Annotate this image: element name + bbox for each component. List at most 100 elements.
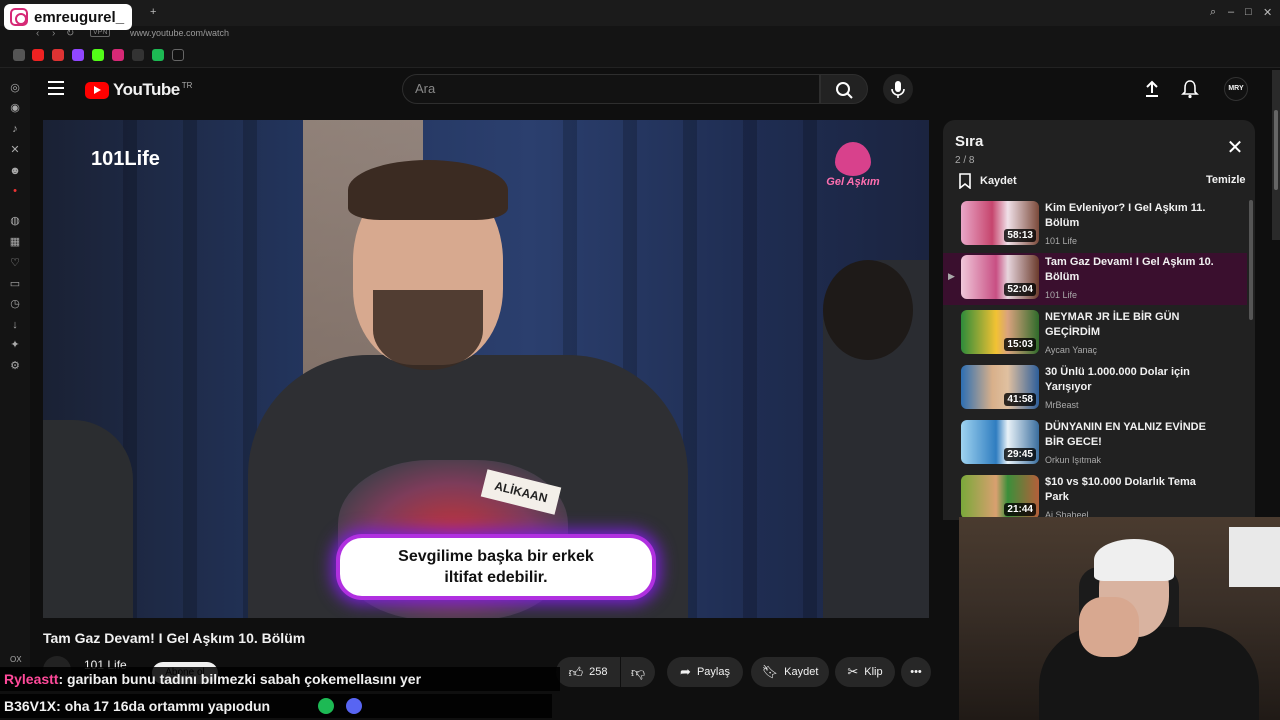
page-scrollbar[interactable] (1272, 70, 1280, 240)
gmail-bookmark-icon[interactable] (52, 49, 64, 61)
wallet-icon[interactable]: ▭ (8, 277, 22, 291)
queue-item-title: NEYMAR JR İLE BİR GÜN GEÇİRDİM (1045, 311, 1180, 338)
instagram-icon (10, 8, 28, 26)
heart-icon[interactable]: ♡ (8, 256, 22, 270)
app-icon[interactable]: • (8, 184, 22, 198)
queue-item-title: Tam Gaz Devam! I Gel Aşkım 10. Bölüm (1045, 256, 1214, 283)
bookmark-icon (959, 173, 971, 189)
video-player[interactable]: ALİKAAN 101Life Gel Aşkım Sevgilime başk… (43, 120, 929, 618)
queue-item-active[interactable]: ▶ 52:04 Tam Gaz Devam! I Gel Aşkım 10. B… (943, 253, 1247, 305)
video-duration: 29:45 (1004, 448, 1036, 461)
video-thumbnail: 58:13 (961, 201, 1039, 245)
queue-item[interactable]: 41:58 30 Ünlü 1.000.000 Dolar için Yarış… (943, 363, 1247, 415)
queue-item-channel: MrBeast (1045, 400, 1079, 410)
sidebar-app-icon[interactable]: ◎ (8, 81, 22, 95)
queue-item[interactable]: 15:03 NEYMAR JR İLE BİR GÜN GEÇİRDİM Ayc… (943, 308, 1247, 360)
channel-watermark: 101Life (91, 148, 160, 170)
bookmarks-bar (0, 44, 1280, 68)
video-title: Tam Gaz Devam! I Gel Aşkım 10. Bölüm (43, 630, 306, 646)
discord-icon[interactable]: ☻ (8, 164, 22, 178)
search-button[interactable] (820, 74, 868, 104)
queue-item[interactable]: 58:13 Kim Evleniyor? I Gel Aşkım 11. Böl… (943, 199, 1247, 251)
video-person-right (823, 260, 929, 618)
tiktok-bookmark-icon[interactable] (172, 49, 184, 61)
settings-icon[interactable]: ⚙ (8, 359, 22, 373)
video-thumbnail: 29:45 (961, 420, 1039, 464)
account-avatar[interactable]: MRY (1224, 77, 1248, 101)
close-queue-icon[interactable]: ✕ (1225, 138, 1245, 158)
tiktok-icon[interactable]: ♪ (8, 122, 22, 136)
queue-scrollbar[interactable] (1249, 200, 1253, 320)
dislike-button[interactable]: 👎︎ (621, 657, 655, 687)
video-thumbnail: 52:04 (961, 255, 1039, 299)
kick-bookmark-icon[interactable] (92, 49, 104, 61)
share-icon: ➦ (680, 664, 691, 679)
notifications-icon[interactable] (1181, 79, 1199, 99)
x-icon[interactable]: ✕ (8, 143, 22, 157)
bookmark-icon: 🔖︎ (761, 664, 779, 679)
like-button[interactable]: 👍︎ 258 (556, 657, 620, 687)
thumbs-up-icon: 👍︎ (568, 663, 584, 680)
youtube-bookmark-icon[interactable] (32, 49, 44, 61)
queue-title: Sıra (955, 133, 984, 150)
extension-icon[interactable]: ✦ (8, 338, 22, 352)
queue-item[interactable]: 29:45 DÜNYANIN EN YALNIZ EVİNDE BİR GECE… (943, 418, 1247, 470)
search-input[interactable]: Ara (402, 74, 820, 104)
queue-save-button[interactable]: Kaydet (958, 173, 1017, 189)
queue-item-channel: Orkun Işıtmak (1045, 455, 1102, 465)
bookmark-icon[interactable] (132, 49, 144, 61)
video-duration: 21:44 (1004, 503, 1036, 516)
queue-position: 2 / 8 (955, 155, 975, 166)
webcam-overlay (959, 517, 1280, 720)
save-button[interactable]: 🔖︎ Kaydet (751, 657, 829, 687)
youtube-play-icon (85, 81, 109, 99)
video-duration: 52:04 (1004, 283, 1036, 296)
upload-icon[interactable] (1143, 79, 1161, 99)
grid-icon[interactable]: ▦ (8, 235, 22, 249)
video-thumbnail: 21:44 (961, 475, 1039, 519)
spotify-bookmark-icon[interactable] (152, 49, 164, 61)
discord-icon (346, 698, 362, 714)
video-caption: Sevgilime başka bir erkek iltifat edebil… (340, 538, 652, 596)
queue-clear-button[interactable]: Temizle (1206, 174, 1246, 186)
menu-icon[interactable] (48, 81, 64, 95)
twitch-bookmark-icon[interactable] (72, 49, 84, 61)
search-icon (836, 82, 853, 99)
close-window-icon[interactable]: ✕ (1263, 6, 1272, 19)
bookmark-icon[interactable] (13, 49, 25, 61)
spotify-icon[interactable]: ◍ (8, 214, 22, 228)
new-tab-icon[interactable]: + (150, 6, 156, 18)
url-text[interactable]: www.youtube.com/watch (130, 28, 229, 38)
save-label: Kaydet (784, 666, 819, 678)
clip-button[interactable]: ✂ Klip (835, 657, 895, 687)
queue-item-title: $10 vs $10.000 Dolarlık Tema Park (1045, 476, 1196, 503)
more-actions-button[interactable]: ••• (901, 657, 931, 687)
search-tab-icon[interactable]: ⌕ (1210, 6, 1216, 19)
minimize-icon[interactable]: – (1228, 6, 1234, 18)
video-duration: 58:13 (1004, 229, 1036, 242)
video-duration: 41:58 (1004, 393, 1036, 406)
instagram-handle: emreugurel_ (34, 8, 125, 26)
maximize-icon[interactable]: □ (1245, 6, 1252, 18)
share-button[interactable]: ➦ Paylaş (667, 657, 743, 687)
queue-save-label: Kaydet (980, 175, 1017, 187)
video-person-left (43, 420, 133, 618)
download-icon[interactable]: ↓ (8, 318, 22, 332)
youtube-logo[interactable]: YouTube TR (85, 80, 192, 100)
sidebar-label: OX (10, 655, 22, 664)
chat-username: B36V1X (4, 698, 57, 714)
chat-text: : oha 17 16da ortammı yapıodun (56, 698, 271, 714)
video-thumbnail: 41:58 (961, 365, 1039, 409)
video-duration: 15:03 (1004, 338, 1036, 351)
chat-message: B36V1X: oha 17 16da ortammı yapıodun (0, 694, 552, 718)
caption-line-2: iltifat edebilir. (444, 569, 548, 586)
history-icon[interactable]: ◷ (8, 297, 22, 311)
scissors-icon: ✂ (847, 664, 859, 679)
youtube-wordmark: YouTube (113, 80, 180, 99)
queue-item-title: Kim Evleniyor? I Gel Aşkım 11. Bölüm (1045, 202, 1206, 229)
instagram-icon[interactable]: ◉ (8, 101, 22, 115)
instagram-bookmark-icon[interactable] (112, 49, 124, 61)
voice-search-button[interactable] (883, 74, 913, 104)
heart-lock-icon (835, 142, 871, 176)
queue-item-channel: 101 Life (1045, 236, 1078, 246)
